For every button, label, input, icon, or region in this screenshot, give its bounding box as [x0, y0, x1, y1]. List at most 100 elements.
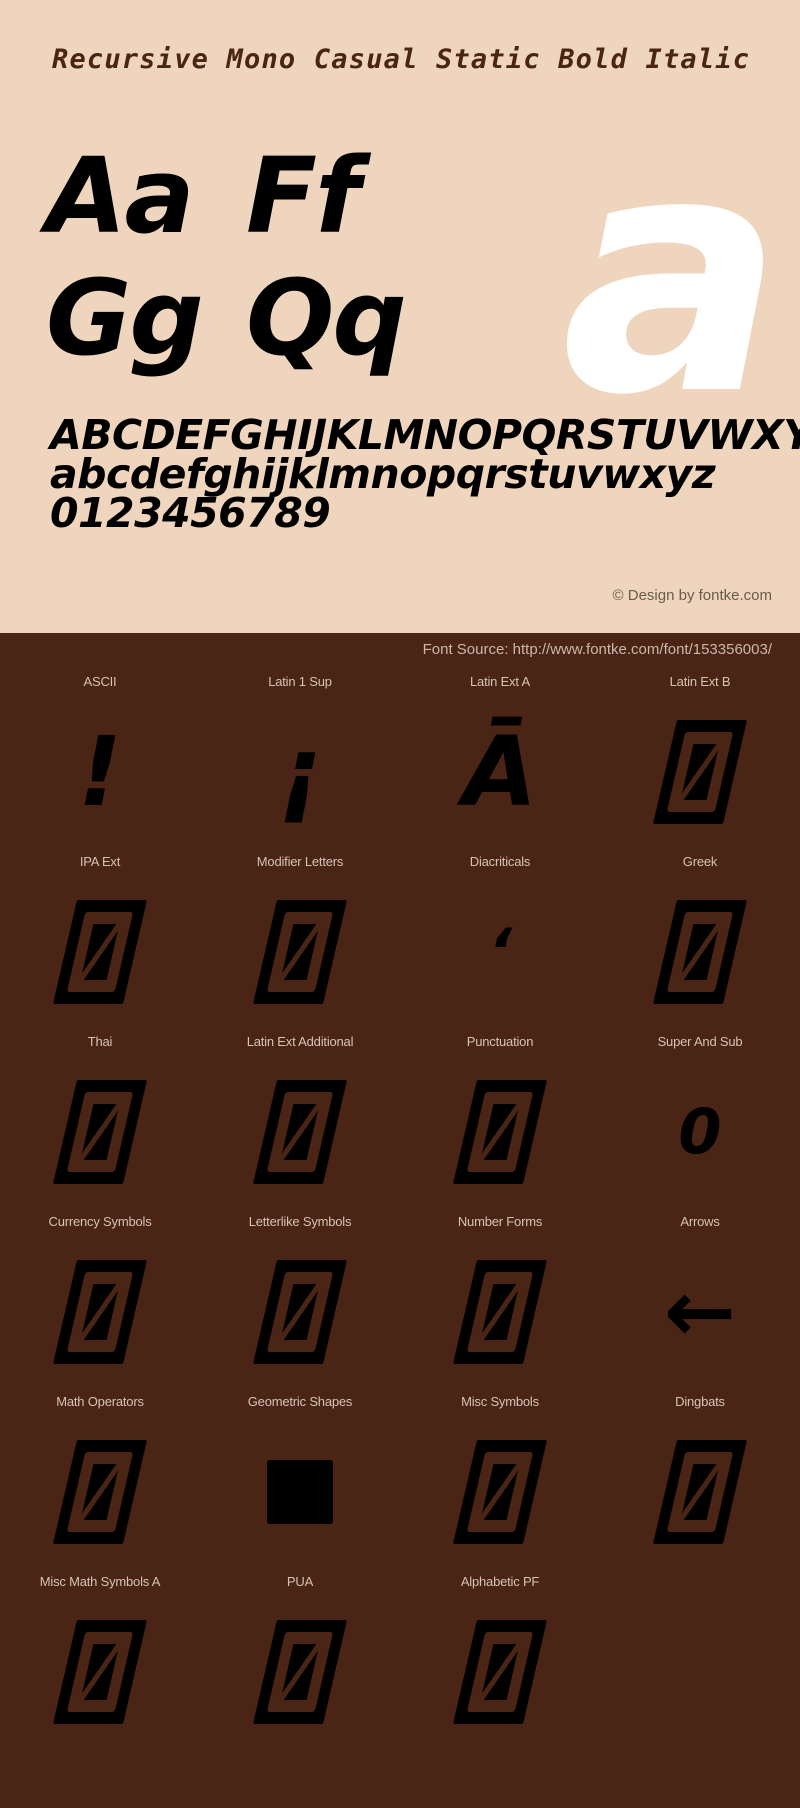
unicode-block-number-forms[interactable]: Number Forms — [400, 1213, 600, 1393]
unicode-block-geometric-shapes[interactable]: Geometric Shapes — [200, 1393, 400, 1573]
missing-glyph-icon — [600, 871, 800, 1033]
missing-glyph-icon — [200, 871, 400, 1033]
letter-pair-row: Gg Qq — [46, 260, 446, 382]
page-title: Recursive Mono Casual Static Bold Italic — [52, 44, 751, 75]
missing-glyph-icon — [400, 1051, 600, 1213]
unicode-block-sample-glyph: ← — [663, 1262, 737, 1362]
missing-glyph-icon — [0, 1411, 200, 1573]
missing-glyph-icon — [400, 1231, 600, 1393]
missing-glyph-icon — [0, 871, 200, 1033]
unicode-block-label: IPA Ext — [79, 854, 121, 869]
unicode-block-ipa-ext[interactable]: IPA Ext — [0, 853, 200, 1033]
unicode-block-dingbats[interactable]: Dingbats — [600, 1393, 800, 1573]
unicode-block-label: Greek — [682, 854, 718, 869]
unicode-block-label: Misc Math Symbols A — [39, 1574, 161, 1589]
tofu-box-icon — [52, 1440, 148, 1544]
missing-glyph-icon — [0, 1231, 200, 1393]
unicode-block-label: Arrows — [680, 1214, 720, 1229]
font-source-bar: Font Source: http://www.fontke.com/font/… — [0, 633, 800, 669]
unicode-block-pua[interactable]: PUA — [200, 1573, 400, 1753]
missing-glyph-icon — [0, 1051, 200, 1213]
unicode-block-diacriticals[interactable]: Diacriticals ʻ — [400, 853, 600, 1033]
black-square-shape — [267, 1460, 333, 1524]
unicode-block-sample-glyph: Ā — [462, 716, 538, 828]
tofu-box-icon — [452, 1620, 548, 1724]
empty-cell — [600, 1591, 800, 1753]
tofu-box-icon — [52, 1260, 148, 1364]
specimen-panel: Recursive Mono Casual Static Bold Italic… — [0, 0, 800, 633]
unicode-block-modifier-letters[interactable]: Modifier Letters — [200, 853, 400, 1033]
tofu-box-icon — [52, 1620, 148, 1724]
unicode-block-label: Latin Ext Additional — [246, 1034, 354, 1049]
tofu-box-icon — [452, 1440, 548, 1544]
unicode-block-latin-1-sup[interactable]: Latin 1 Sup ¡ — [200, 673, 400, 853]
unicode-block-row: Thai Latin Ext Additional Punctuation Super… — [0, 1033, 800, 1213]
missing-glyph-icon — [600, 691, 800, 853]
unicode-block-label: Alphabetic PF — [460, 1574, 540, 1589]
filled-square-icon — [200, 1411, 400, 1573]
tofu-box-icon — [652, 720, 748, 824]
unicode-block-arrows[interactable]: Arrows ← — [600, 1213, 800, 1393]
unicode-block-sample-glyph: ¡ — [278, 716, 322, 828]
unicode-block-misc-symbols[interactable]: Misc Symbols — [400, 1393, 600, 1573]
missing-glyph-icon — [200, 1051, 400, 1213]
tofu-box-icon — [452, 1080, 548, 1184]
unicode-block-row: Misc Math Symbols A PUA Alphabetic PF — [0, 1573, 800, 1753]
alphabet-uppercase: ABCDEFGHIJKLMNOPQRSTUVWXYZ — [50, 411, 800, 459]
unicode-block-math-operators[interactable]: Math Operators — [0, 1393, 200, 1573]
unicode-block-latin-ext-additional[interactable]: Latin Ext Additional — [200, 1033, 400, 1213]
unicode-block-punctuation[interactable]: Punctuation — [400, 1033, 600, 1213]
unicode-block-row: IPA Ext Modifier Letters Diacriticals ʻ Gree… — [0, 853, 800, 1033]
unicode-block-super-and-sub[interactable]: Super And Sub 0 — [600, 1033, 800, 1213]
missing-glyph-icon — [600, 1411, 800, 1573]
letter-pair-ff: Ff — [246, 135, 360, 257]
font-specimen-page: Recursive Mono Casual Static Bold Italic… — [0, 0, 800, 1808]
missing-glyph-icon — [400, 1411, 600, 1573]
letter-pair-qq: Qq — [246, 257, 407, 379]
unicode-block-greek[interactable]: Greek — [600, 853, 800, 1033]
alphabet-lowercase: abcdefghijklmnopqrstuvwxyz — [50, 450, 716, 498]
unicode-block-label: Dingbats — [675, 1394, 725, 1409]
unicode-block-latin-ext-b[interactable]: Latin Ext B — [600, 673, 800, 853]
unicode-block-label: Currency Symbols — [48, 1214, 152, 1229]
missing-glyph-icon — [200, 1591, 400, 1753]
unicode-block-empty — [600, 1573, 800, 1753]
unicode-block-label: Latin 1 Sup — [268, 674, 332, 689]
tofu-box-icon — [252, 900, 348, 1004]
unicode-block-row: Currency Symbols Letterlike Symbols Number… — [0, 1213, 800, 1393]
unicode-block-label: Latin Ext B — [669, 674, 731, 689]
missing-glyph-icon — [0, 1591, 200, 1753]
unicode-block-label: Number Forms — [457, 1214, 543, 1229]
unicode-block-sample-glyph: ! — [78, 716, 122, 828]
unicode-block-label: Diacriticals — [469, 854, 531, 869]
unicode-block-currency-symbols[interactable]: Currency Symbols — [0, 1213, 200, 1393]
unicode-block-label: Latin Ext A — [470, 674, 530, 689]
letter-pair-aa: Aa — [46, 135, 195, 257]
unicode-block-label: Misc Symbols — [461, 1394, 539, 1409]
unicode-block-latin-ext-a[interactable]: Latin Ext A Ā — [400, 673, 600, 853]
tofu-box-icon — [252, 1260, 348, 1364]
missing-glyph-icon — [200, 1231, 400, 1393]
alphabet-block: ABCDEFGHIJKLMNOPQRSTUVWXYZ abcdefghijklm… — [50, 411, 800, 537]
unicode-block-row: Math Operators Geometric Shapes Misc Symbo… — [0, 1393, 800, 1573]
tofu-box-icon — [252, 1620, 348, 1724]
letter-pair-grid: Aa Ff Gg Qq — [46, 138, 446, 382]
unicode-block-alphabetic-pf[interactable]: Alphabetic PF — [400, 1573, 600, 1753]
unicode-block-label: Super And Sub — [657, 1034, 743, 1049]
unicode-block-ascii[interactable]: ASCII! — [0, 673, 200, 853]
unicode-block-thai[interactable]: Thai — [0, 1033, 200, 1213]
unicode-block-letterlike-symbols[interactable]: Letterlike Symbols — [200, 1213, 400, 1393]
unicode-block-row: ASCII! Latin 1 Sup ¡ Latin Ext A Ā Latin Ext … — [0, 673, 800, 853]
tofu-box-icon — [652, 900, 748, 1004]
unicode-block-sample-glyph: 0 — [678, 1095, 722, 1168]
unicode-block-misc-math-symbols-a[interactable]: Misc Math Symbols A — [0, 1573, 200, 1753]
letter-pair-row: Aa Ff — [46, 138, 446, 260]
copyright-credit: © Design by fontke.com — [612, 587, 772, 604]
unicode-block-grid: ASCII! Latin 1 Sup ¡ Latin Ext A Ā Latin Ext … — [0, 669, 800, 1753]
unicode-block-label: Geometric Shapes — [247, 1394, 353, 1409]
unicode-block-label: ASCII — [83, 674, 117, 689]
letter-pair-gg: Gg — [46, 257, 204, 379]
font-source-link[interactable]: Font Source: http://www.fontke.com/font/… — [423, 641, 772, 658]
unicode-block-label: Thai — [87, 1034, 113, 1049]
hero-glyph: a — [561, 83, 784, 467]
